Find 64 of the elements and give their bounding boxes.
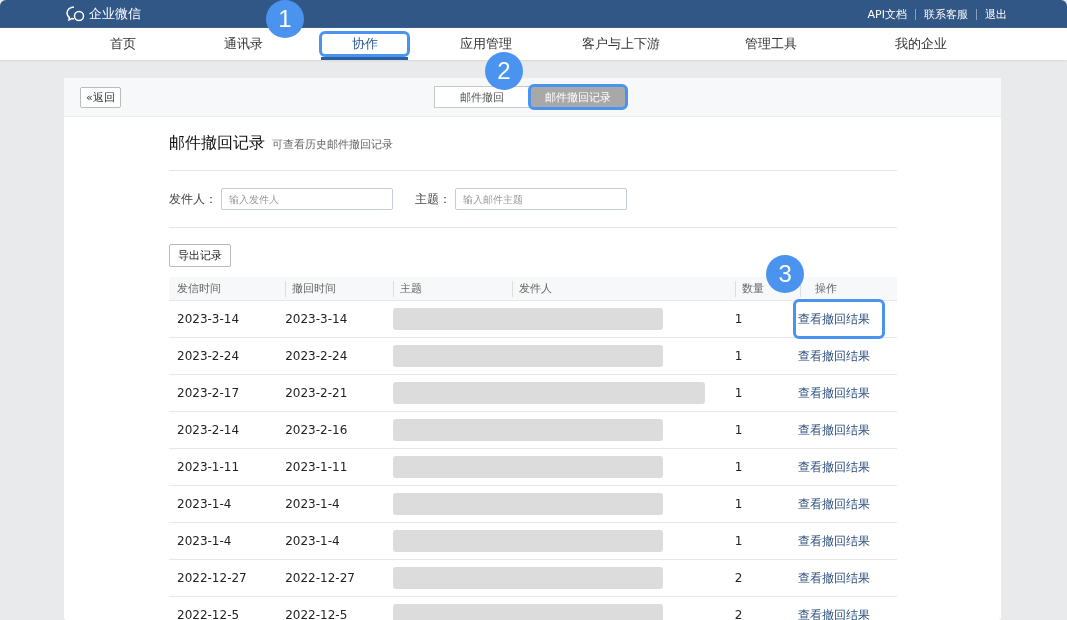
column-header: 发件人 bbox=[511, 280, 552, 297]
table-cell: 2023-2-24 bbox=[177, 349, 240, 363]
chat-bubble-icon bbox=[66, 6, 86, 22]
table-cell: 2023-2-21 bbox=[285, 386, 348, 400]
view-result-link[interactable]: 查看撤回结果 bbox=[795, 597, 884, 620]
filter-label: 主题： bbox=[415, 190, 451, 208]
logo-text: 企业微信 bbox=[89, 5, 141, 23]
table-cell: 2022-12-27 bbox=[285, 571, 355, 585]
table-cell: 1 bbox=[734, 349, 743, 363]
table-cell: 2023-2-14 bbox=[177, 423, 240, 437]
table-cell: 2023-2-17 bbox=[177, 386, 240, 400]
table-cell: 1 bbox=[734, 312, 743, 326]
nav-tab[interactable]: 协作 bbox=[321, 33, 408, 55]
table-cell: 1 bbox=[734, 423, 743, 437]
filter-label: 发件人： bbox=[169, 190, 217, 208]
export-button[interactable]: 导出记录 bbox=[169, 244, 231, 267]
view-result-link[interactable]: 查看撤回结果 bbox=[795, 375, 884, 411]
nav-tab[interactable]: 管理工具 bbox=[745, 37, 797, 51]
view-result-link[interactable]: 查看撤回结果 bbox=[795, 301, 884, 337]
table-cell: 2023-3-14 bbox=[285, 312, 348, 326]
column-header: 数量 bbox=[734, 280, 764, 297]
segment-tab[interactable]: 邮件撤回 bbox=[434, 86, 530, 108]
view-result-link[interactable]: 查看撤回结果 bbox=[795, 560, 884, 596]
table-cell: 2023-1-11 bbox=[177, 460, 240, 474]
page-subtitle: 可查看历史邮件撤回记录 bbox=[272, 137, 393, 152]
column-header: 主题 bbox=[393, 280, 423, 297]
table-cell: 2022-12-5 bbox=[285, 608, 348, 620]
view-result-link[interactable]: 查看撤回结果 bbox=[795, 338, 884, 374]
nav-tab[interactable]: 首页 bbox=[109, 37, 136, 51]
nav-tab[interactable]: 我的企业 bbox=[895, 37, 947, 51]
view-result-link[interactable]: 查看撤回结果 bbox=[795, 449, 884, 485]
table-cell: 2023-3-14 bbox=[177, 312, 240, 326]
table-cell: 2023-1-4 bbox=[177, 497, 232, 511]
top-link[interactable]: API文档 bbox=[867, 6, 907, 22]
view-result-link[interactable]: 查看撤回结果 bbox=[795, 523, 884, 559]
table-cell: 1 bbox=[734, 460, 743, 474]
column-header: 撤回时间 bbox=[285, 280, 337, 297]
step-number-badge: 3 bbox=[766, 255, 805, 293]
table-cell: 2023-1-4 bbox=[285, 534, 340, 548]
filter-input[interactable]: 输入发件人 bbox=[221, 188, 393, 210]
table-cell: 2023-2-16 bbox=[285, 423, 348, 437]
nav-tab[interactable]: 客户与上下游 bbox=[582, 37, 660, 51]
table-cell: 1 bbox=[734, 497, 743, 511]
table-cell: 2 bbox=[734, 608, 743, 620]
table-cell: 2022-12-27 bbox=[177, 571, 247, 585]
top-link[interactable]: 联系客服 bbox=[924, 6, 968, 22]
view-result-link[interactable]: 查看撤回结果 bbox=[795, 412, 884, 448]
table-cell: 2023-1-4 bbox=[285, 497, 340, 511]
table-cell: 1 bbox=[734, 386, 743, 400]
back-button[interactable]: «返回 bbox=[80, 86, 121, 108]
page-title: 邮件撤回记录 bbox=[169, 133, 265, 154]
step-number-badge: 1 bbox=[266, 0, 304, 38]
column-header: 发信时间 bbox=[177, 280, 221, 297]
top-link[interactable]: 退出 bbox=[985, 6, 1007, 22]
table-cell: 2022-12-5 bbox=[177, 608, 240, 620]
table-cell: 2 bbox=[734, 571, 743, 585]
nav-tab[interactable]: 应用管理 bbox=[459, 37, 512, 51]
table-cell: 1 bbox=[734, 534, 743, 548]
filter-input[interactable]: 输入邮件主题 bbox=[455, 188, 627, 210]
table-cell: 2023-1-11 bbox=[285, 460, 348, 474]
nav-tab[interactable]: 通讯录 bbox=[224, 37, 263, 51]
view-result-link[interactable]: 查看撤回结果 bbox=[795, 486, 884, 522]
table-cell: 2023-1-4 bbox=[177, 534, 232, 548]
table-cell: 2023-2-24 bbox=[285, 349, 348, 363]
